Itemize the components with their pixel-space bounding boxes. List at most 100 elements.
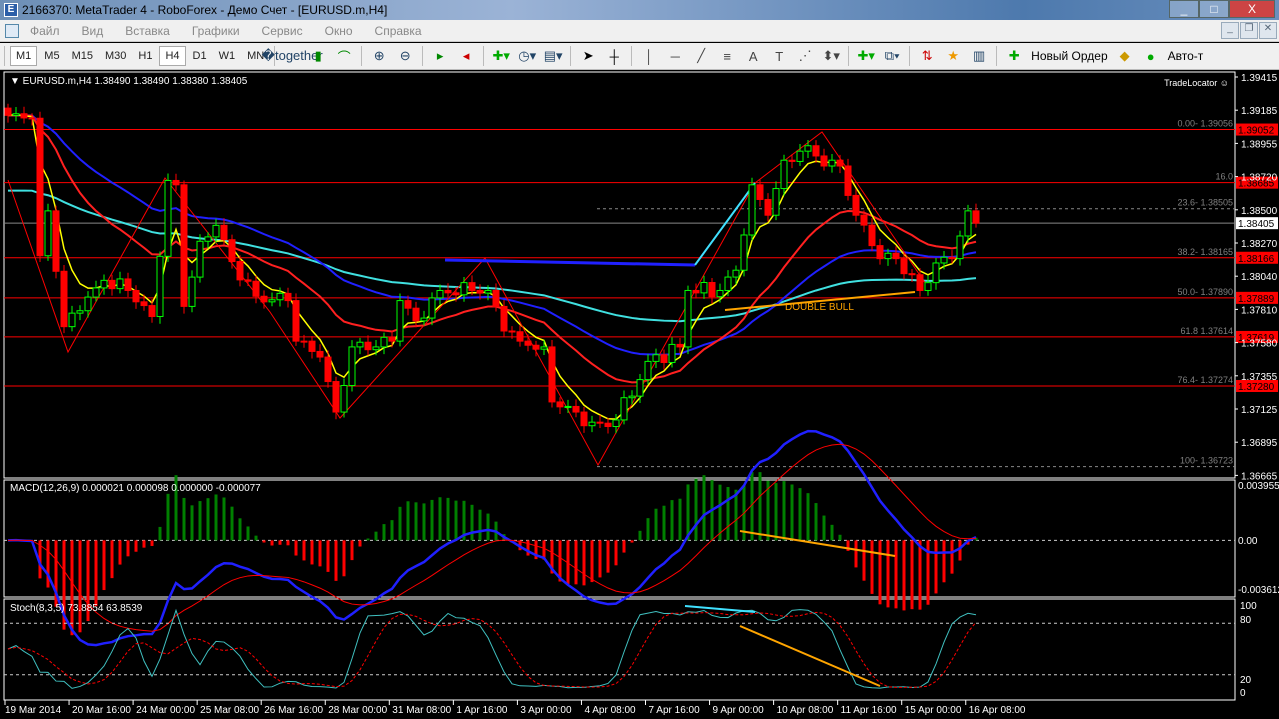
crosshair-icon[interactable]: ┼ <box>604 46 624 66</box>
candle-bull <box>340 384 348 413</box>
minimize-button[interactable]: _ <box>1169 0 1199 18</box>
cursor-icon[interactable]: ➤ <box>578 46 598 66</box>
macd-histogram-bar <box>910 540 914 610</box>
candle-bull <box>700 281 708 294</box>
candle-bear <box>604 422 612 428</box>
new-order-button[interactable]: Новый Ордер <box>1031 49 1107 63</box>
trendline-icon[interactable]: ╱ <box>691 46 711 66</box>
line-chart-icon[interactable]: ⌒ <box>334 46 354 66</box>
date-axis-label: 4 Apr 08:00 <box>584 705 636 716</box>
price-axis-label: 1.37125 <box>1241 405 1278 416</box>
macd-histogram-bar <box>734 489 738 541</box>
candle-bear <box>4 107 12 116</box>
candle-bull <box>44 210 52 257</box>
candlestick-icon[interactable]: ▮ <box>308 46 328 66</box>
mdi-restore-button[interactable]: ❐ <box>1240 22 1258 39</box>
candle-bull <box>740 234 748 271</box>
menu-insert[interactable]: Вставка <box>125 24 170 38</box>
candle-bear <box>140 301 148 307</box>
macd-histogram-bar <box>886 540 890 608</box>
metaeditor-icon[interactable]: ◆ <box>1115 46 1135 66</box>
candle-bear <box>556 401 564 408</box>
tf-w1[interactable]: W1 <box>214 47 241 65</box>
tf-m1[interactable]: M1 <box>10 46 38 66</box>
auto-trading-button[interactable]: Авто-т <box>1168 49 1204 63</box>
fibo-fan-icon[interactable]: ⋰ <box>795 46 815 66</box>
tf-m30[interactable]: M30 <box>100 47 131 65</box>
candle-bear <box>892 252 900 260</box>
menu-help[interactable]: Справка <box>375 24 422 38</box>
macd-histogram-bar <box>862 540 866 581</box>
tf-m15[interactable]: M15 <box>67 47 98 65</box>
bar-chart-icon[interactable]: �together <box>262 46 323 66</box>
macd-axis-label: -0.003612 <box>1238 585 1279 596</box>
tf-h1[interactable]: H1 <box>133 47 157 65</box>
candle-bull <box>156 255 164 318</box>
tradelocator-label: TradeLocator ☺ <box>1164 78 1229 88</box>
macd-histogram-bar <box>254 535 258 541</box>
macd-histogram-bar <box>662 505 666 541</box>
tf-h4[interactable]: H4 <box>159 46 186 66</box>
horizontal-line-icon[interactable]: ─ <box>665 46 685 66</box>
macd-histogram-bar <box>278 540 282 545</box>
macd-histogram-bar <box>78 540 82 633</box>
market-watch-icon[interactable]: ⇅ <box>917 46 937 66</box>
templates-icon[interactable]: ▤▾ <box>543 46 563 66</box>
navigator-icon[interactable]: ★ <box>943 46 963 66</box>
mdi-minimize-button[interactable]: _ <box>1221 22 1239 39</box>
macd-histogram-bar <box>694 478 698 541</box>
tf-d1[interactable]: D1 <box>188 47 212 65</box>
date-axis-label: 15 Apr 00:00 <box>905 705 962 716</box>
chart-shift-icon[interactable]: ◂ <box>456 46 476 66</box>
candle-bear <box>404 300 412 309</box>
fibo-icon[interactable]: ≡ <box>717 46 737 66</box>
chart-window[interactable]: 0.00- 1.390561.3905216.01.3868538.2- 1.3… <box>0 70 1279 719</box>
autoscroll-icon[interactable]: ▸ <box>430 46 450 66</box>
profiles-icon[interactable]: ⧉▾ <box>882 46 902 66</box>
date-axis-label: 16 Apr 08:00 <box>969 705 1026 716</box>
menu-window[interactable]: Окно <box>325 24 353 38</box>
menu-file[interactable]: Файл <box>30 24 60 38</box>
macd-histogram-bar <box>902 540 906 611</box>
macd-histogram-bar <box>422 503 426 541</box>
candle-bear <box>468 282 476 291</box>
menu-tools[interactable]: Сервис <box>262 24 303 38</box>
macd-histogram-bar <box>270 540 274 546</box>
candle-bull <box>428 297 436 319</box>
menu-view[interactable]: Вид <box>82 24 104 38</box>
candle-bear <box>876 245 884 260</box>
macd-histogram-bar <box>118 540 122 565</box>
candle-bear <box>844 165 852 196</box>
close-button[interactable]: X <box>1229 0 1275 18</box>
macd-histogram-bar <box>334 540 338 581</box>
new-chart-icon[interactable]: ✚▾ <box>856 46 876 66</box>
candle-bull <box>204 236 212 242</box>
macd-histogram-bar <box>606 540 610 573</box>
candle-bear <box>492 289 500 307</box>
terminal-icon[interactable]: ▥ <box>969 46 989 66</box>
candle-bull <box>956 235 964 260</box>
vertical-line-icon[interactable]: │ <box>639 46 659 66</box>
chart-doc-icon[interactable] <box>5 23 19 38</box>
macd-histogram-bar <box>950 540 954 574</box>
indicators-icon[interactable]: ✚▾ <box>491 46 511 66</box>
candle-bear <box>28 117 36 120</box>
text-label-icon[interactable]: T <box>769 46 789 66</box>
candle-bear <box>676 343 684 348</box>
macd-histogram-bar <box>470 504 474 541</box>
macd-histogram-bar <box>414 502 418 541</box>
macd-histogram-bar <box>918 540 922 610</box>
candle-bear <box>708 281 716 298</box>
text-icon[interactable]: A <box>743 46 763 66</box>
periods-icon[interactable]: ◷▾ <box>517 46 537 66</box>
candle-bull <box>12 113 20 116</box>
mdi-close-button[interactable]: ✕ <box>1259 22 1277 39</box>
arrows-icon[interactable]: ⬍▾ <box>821 46 841 66</box>
menu-charts[interactable]: Графики <box>192 24 240 38</box>
maximize-button[interactable]: □ <box>1199 0 1229 18</box>
zoom-out-icon[interactable]: ⊖ <box>395 46 415 66</box>
macd-histogram-bar <box>150 540 154 546</box>
candle-bear <box>388 336 396 342</box>
zoom-in-icon[interactable]: ⊕ <box>369 46 389 66</box>
tf-m5[interactable]: M5 <box>39 47 64 65</box>
